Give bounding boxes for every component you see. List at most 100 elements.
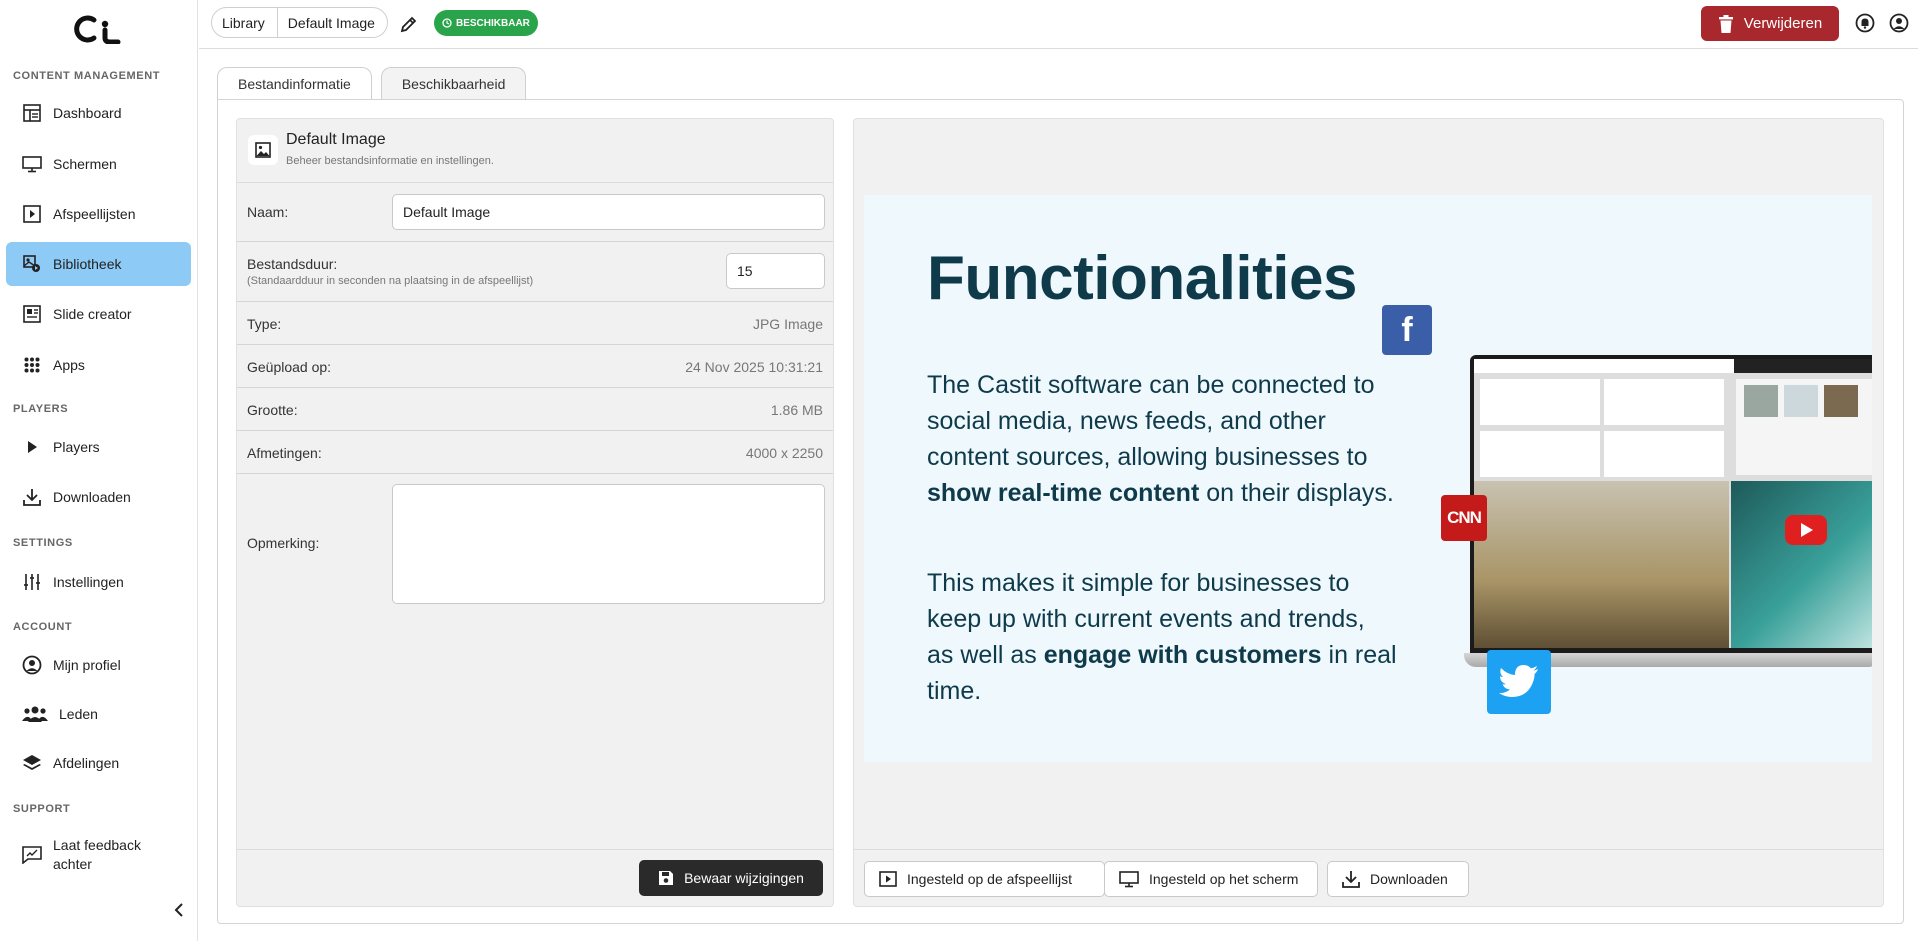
sidebar-item-leden[interactable]: Leden: [6, 692, 191, 736]
laptop-illustration: [1464, 355, 1872, 667]
notifications-button[interactable]: [1854, 12, 1876, 34]
download-button[interactable]: Downloaden: [1327, 861, 1469, 897]
top-bar: Library Default Image BESCHIKBAAR Verwij…: [199, 0, 1918, 49]
name-input[interactable]: Default Image: [392, 194, 825, 230]
sidebar-item-mijn-profiel[interactable]: Mijn profiel: [6, 643, 191, 687]
sidebar-item-players[interactable]: Players: [6, 425, 191, 469]
set-on-screen-button[interactable]: Ingesteld op het scherm: [1104, 861, 1318, 897]
sidebar-item-afdelingen[interactable]: Afdelingen: [6, 741, 191, 785]
sidebar-item-label: Mijn profiel: [53, 657, 121, 673]
save-button[interactable]: Bewaar wijzigingen: [639, 860, 823, 896]
bell-circle-icon: [1855, 13, 1875, 33]
user-circle-icon: [1889, 13, 1909, 33]
collapse-sidebar-button[interactable]: [169, 900, 189, 920]
preview-text: The Castit software can be connected to …: [927, 371, 1375, 471]
type-label: Type:: [247, 316, 282, 332]
edit-name-button[interactable]: [398, 13, 420, 35]
trash-icon: [1718, 14, 1733, 33]
sidebar-item-afspeellijsten[interactable]: Afspeellijsten: [6, 192, 191, 236]
sidebar-item-label: Slide creator: [53, 306, 132, 322]
laptop-screen: [1474, 359, 1872, 648]
sidebar-item-feedback[interactable]: Laat feedback achter: [6, 831, 191, 879]
sidebar: CONTENT MANAGEMENT Dashboard Schermen Af…: [0, 0, 198, 941]
size-row: Grootte: 1.86 MB: [237, 388, 833, 431]
remark-label: Opmerking:: [247, 535, 320, 551]
type-row: Type: JPG Image: [237, 302, 833, 345]
preview-bold-text: show real-time content: [927, 479, 1200, 507]
set-on-playlist-label: Ingesteld op de afspeellijst: [907, 871, 1072, 887]
sidebar-item-label: Apps: [53, 357, 85, 373]
dimensions-row: Afmetingen: 4000 x 2250: [237, 431, 833, 474]
sidebar-item-label: Dashboard: [53, 105, 122, 121]
main-content: Bestandinformatie Beschikbaarheid Defaul…: [199, 49, 1918, 941]
preview-text: on their displays.: [1199, 479, 1394, 507]
set-on-screen-label: Ingesteld op het scherm: [1149, 871, 1299, 887]
sidebar-item-apps[interactable]: Apps: [6, 343, 191, 387]
section-content-management: CONTENT MANAGEMENT: [13, 70, 161, 82]
sidebar-item-slide-creator[interactable]: Slide creator: [6, 292, 191, 336]
playlist-icon: [879, 871, 897, 887]
save-label: Bewaar wijzigingen: [684, 870, 804, 886]
slide-creator-icon: [22, 304, 42, 324]
image-preview: Functionalities The Castit software can …: [864, 195, 1872, 762]
layers-icon: [22, 753, 42, 773]
sidebar-item-bibliotheek[interactable]: Bibliotheek: [6, 242, 191, 286]
name-label: Naam:: [247, 204, 289, 220]
dashboard-icon: [22, 103, 42, 123]
user-circle-icon: [22, 655, 42, 675]
duration-row: Bestandsduur: (Standaardduur in seconden…: [237, 242, 833, 302]
breadcrumb-item-library[interactable]: Library: [212, 8, 277, 37]
sidebar-item-label: Laat feedback achter: [53, 836, 141, 874]
status-badge: BESCHIKBAAR: [434, 10, 538, 36]
remark-textarea[interactable]: [392, 484, 825, 604]
sidebar-item-downloaden[interactable]: Downloaden: [6, 475, 191, 519]
sidebar-item-label: Leden: [59, 706, 98, 722]
feedback-icon: [22, 845, 42, 865]
apps-grid-icon: [22, 355, 42, 375]
size-label: Grootte:: [247, 402, 298, 418]
delete-button[interactable]: Verwijderen: [1701, 6, 1839, 41]
cnn-icon: CNN: [1441, 495, 1487, 541]
duration-hint: (Standaardduur in seconden na plaatsing …: [247, 275, 534, 287]
sidebar-item-label: Players: [53, 439, 100, 455]
duration-input[interactable]: 15: [726, 253, 825, 289]
breadcrumb-item-current: Default Image: [287, 14, 375, 31]
preview-paragraph-2: This makes it simple for businesses to k…: [927, 565, 1397, 709]
name-row: Naam: Default Image: [237, 183, 833, 242]
section-support: SUPPORT: [13, 803, 71, 815]
sidebar-item-label: Afdelingen: [53, 755, 120, 771]
preview-paragraph-1: The Castit software can be connected to …: [927, 367, 1397, 511]
sidebar-item-instellingen[interactable]: Instellingen: [6, 560, 191, 604]
sidebar-item-label: Afspeellijsten: [53, 206, 136, 222]
remark-row: Opmerking:: [237, 474, 833, 614]
sidebar-item-dashboard[interactable]: Dashboard: [6, 91, 191, 135]
dimensions-value: 4000 x 2250: [745, 445, 823, 461]
sliders-icon: [22, 572, 42, 592]
sidebar-item-schermen[interactable]: Schermen: [6, 142, 191, 186]
preview-actions: Ingesteld op de afspeellijst Ingesteld o…: [854, 849, 1883, 907]
tab-bar: Bestandinformatie Beschikbaarheid: [217, 67, 527, 100]
panel-footer: Bewaar wijzigingen: [237, 849, 833, 907]
floppy-disk-icon: [659, 871, 674, 885]
file-info-panel: Default Image Beheer bestandsinformatie …: [236, 118, 834, 907]
account-button[interactable]: [1888, 12, 1910, 34]
size-value: 1.86 MB: [770, 402, 823, 418]
tab-bestandinformatie[interactable]: Bestandinformatie: [217, 67, 372, 100]
facebook-icon: f: [1382, 305, 1432, 355]
chevron-left-icon: [174, 903, 183, 917]
section-players: PLAYERS: [13, 403, 69, 415]
image-icon: [248, 135, 278, 165]
panel-header: Default Image Beheer bestandsinformatie …: [237, 119, 833, 183]
tab-beschikbaarheid[interactable]: Beschikbaarheid: [380, 67, 527, 99]
duration-label: Bestandsduur:: [247, 256, 338, 272]
feedback-label-line1: Laat feedback: [53, 837, 141, 853]
play-icon: [22, 437, 42, 457]
preview-bold-text: engage with customers: [1043, 641, 1322, 669]
dimensions-label: Afmetingen:: [247, 445, 322, 461]
castit-logo[interactable]: [72, 14, 124, 44]
status-label: BESCHIKBAAR: [456, 17, 530, 29]
set-on-playlist-button[interactable]: Ingesteld op de afspeellijst: [864, 861, 1105, 897]
uploaded-label: Geüpload op:: [247, 359, 332, 375]
feedback-label-line2: achter: [53, 856, 92, 872]
sidebar-item-label: Schermen: [53, 156, 117, 172]
